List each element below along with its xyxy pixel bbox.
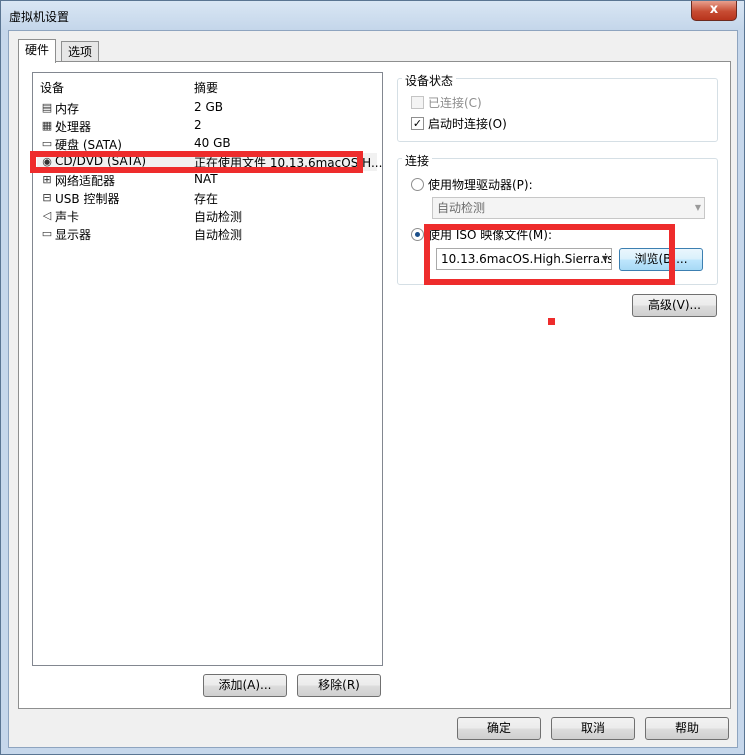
connect-at-power-on-checkbox[interactable]: ✓ bbox=[411, 117, 424, 130]
iso-path-combo[interactable]: 10.13.6macOS.High.Sierra.is ▼ bbox=[436, 248, 612, 270]
device-summary: 正在使用文件 10.13.6macOS.H... bbox=[194, 156, 383, 170]
device-summary: NAT bbox=[194, 172, 218, 186]
dialog-body: 硬件 选项 设备 摘要 ▤ 内存 2 GB ▦ 处理器 2 ▭ 硬盘 (SATA… bbox=[8, 30, 738, 748]
device-name: 处理器 bbox=[55, 120, 92, 134]
usb-icon: ⊟ bbox=[42, 191, 52, 204]
help-button[interactable]: 帮助 bbox=[645, 717, 729, 740]
device-list[interactable]: 设备 摘要 ▤ 内存 2 GB ▦ 处理器 2 ▭ 硬盘 (SATA) 40 G… bbox=[32, 72, 383, 666]
device-name: 网络适配器 bbox=[55, 174, 116, 188]
remove-device-button[interactable]: 移除(R) bbox=[297, 674, 381, 697]
connected-checkbox[interactable] bbox=[411, 96, 424, 109]
network-adapter-icon: ⊞ bbox=[42, 173, 52, 186]
annotation-marker bbox=[548, 318, 555, 325]
tab-options[interactable]: 选项 bbox=[61, 41, 100, 63]
connected-label: 已连接(C) bbox=[428, 96, 482, 110]
device-row-processor[interactable]: ▦ 处理器 2 bbox=[37, 117, 377, 135]
memory-icon: ▤ bbox=[41, 101, 53, 114]
ok-button[interactable]: 确定 bbox=[457, 717, 541, 740]
connection-title: 连接 bbox=[402, 152, 433, 169]
iso-image-label: 使用 ISO 映像文件(M): bbox=[428, 228, 552, 242]
device-name: 硬盘 (SATA) bbox=[55, 138, 122, 152]
sound-card-icon: ◁ bbox=[42, 209, 52, 222]
chevron-down-icon: ▼ bbox=[601, 254, 608, 263]
device-row-usb-controller[interactable]: ⊟ USB 控制器 存在 bbox=[37, 189, 377, 207]
iso-path-value: 10.13.6macOS.High.Sierra.is bbox=[441, 252, 612, 266]
chevron-down-icon: ▼ bbox=[694, 203, 701, 212]
column-header-device[interactable]: 设备 bbox=[40, 79, 64, 96]
tab-hardware[interactable]: 硬件 bbox=[18, 39, 57, 63]
device-row-cd-dvd[interactable]: ◉ CD/DVD (SATA) 正在使用文件 10.13.6macOS.H... bbox=[37, 153, 382, 171]
device-row-sound-card[interactable]: ◁ 声卡 自动检测 bbox=[37, 207, 377, 225]
device-row-network-adapter[interactable]: ⊞ 网络适配器 NAT bbox=[37, 171, 377, 189]
device-row-display[interactable]: ▭ 显示器 自动检测 bbox=[37, 225, 377, 243]
vm-settings-window: 虚拟机设置 x 硬件 选项 设备 摘要 ▤ 内存 2 GB ▦ 处理器 2 ▭ … bbox=[0, 0, 745, 755]
device-name: USB 控制器 bbox=[55, 192, 120, 206]
iso-image-radio[interactable] bbox=[411, 228, 424, 241]
hard-disk-icon: ▭ bbox=[41, 137, 53, 150]
hardware-panel: 设备 摘要 ▤ 内存 2 GB ▦ 处理器 2 ▭ 硬盘 (SATA) 40 G… bbox=[18, 61, 731, 709]
physical-drive-radio[interactable] bbox=[411, 178, 424, 191]
processor-icon: ▦ bbox=[41, 119, 53, 132]
device-name: 声卡 bbox=[55, 210, 80, 224]
device-name: 内存 bbox=[55, 102, 80, 116]
device-name: CD/DVD (SATA) bbox=[55, 154, 147, 168]
advanced-button[interactable]: 高级(V)... bbox=[632, 294, 717, 317]
device-summary: 自动检测 bbox=[194, 228, 243, 242]
physical-drive-label: 使用物理驱动器(P): bbox=[428, 178, 533, 192]
device-summary: 自动检测 bbox=[194, 210, 243, 224]
device-row-hard-disk[interactable]: ▭ 硬盘 (SATA) 40 GB bbox=[37, 135, 377, 153]
cancel-button[interactable]: 取消 bbox=[551, 717, 635, 740]
display-icon: ▭ bbox=[41, 227, 53, 240]
device-name: 显示器 bbox=[55, 228, 92, 242]
physical-drive-value: 自动检测 bbox=[437, 201, 486, 215]
close-button[interactable]: x bbox=[691, 1, 737, 21]
title-bar: 虚拟机设置 x bbox=[1, 1, 744, 30]
device-status-title: 设备状态 bbox=[402, 72, 457, 89]
physical-drive-select[interactable]: 自动检测 ▼ bbox=[432, 197, 705, 219]
device-row-memory[interactable]: ▤ 内存 2 GB bbox=[37, 99, 377, 117]
cd-dvd-icon: ◉ bbox=[42, 155, 52, 168]
window-title: 虚拟机设置 bbox=[9, 10, 70, 24]
device-summary: 40 GB bbox=[194, 136, 231, 150]
connect-at-power-on-label: 启动时连接(O) bbox=[428, 117, 507, 131]
device-summary: 存在 bbox=[194, 192, 219, 206]
device-summary: 2 bbox=[194, 118, 202, 132]
add-device-button[interactable]: 添加(A)... bbox=[203, 674, 287, 697]
column-header-summary[interactable]: 摘要 bbox=[194, 79, 218, 96]
browse-button[interactable]: 浏览(B)... bbox=[619, 248, 703, 271]
device-summary: 2 GB bbox=[194, 100, 223, 114]
